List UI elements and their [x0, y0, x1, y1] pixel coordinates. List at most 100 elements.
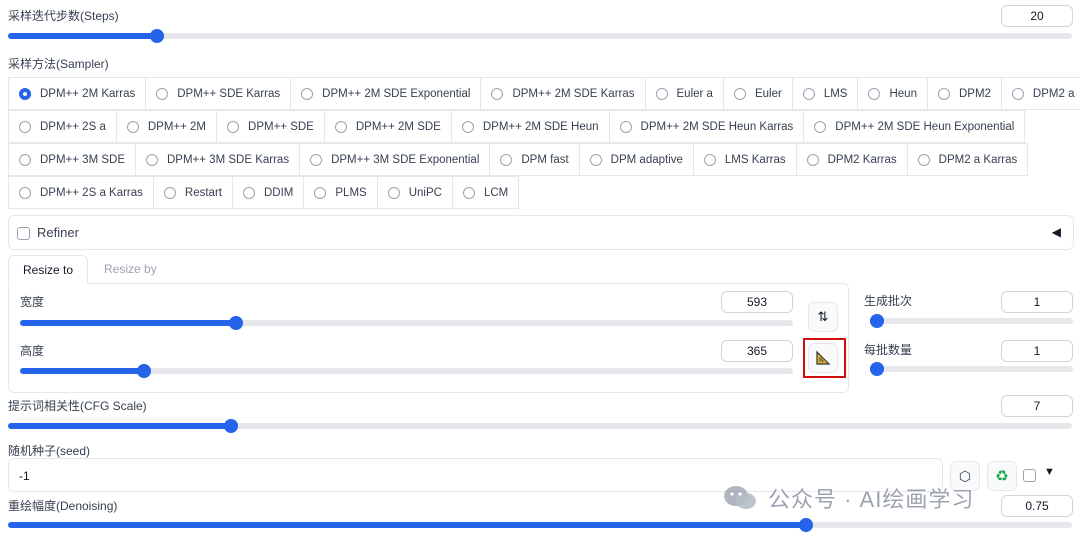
sampler-option[interactable]: DPM++ SDE — [216, 110, 325, 143]
cfg-scale-input[interactable]: 7 — [1001, 395, 1073, 417]
triangle-left-icon[interactable]: ◀ — [1052, 225, 1061, 239]
steps-slider[interactable] — [8, 29, 1072, 43]
denoising-slider[interactable] — [8, 518, 1072, 532]
denoising-label: 重绘幅度(Denoising) — [8, 499, 118, 513]
sampler-option[interactable]: DPM++ 3M SDE Karras — [135, 143, 301, 176]
sampler-option[interactable]: LMS — [791, 77, 859, 110]
sampler-option[interactable]: LMS Karras — [692, 143, 797, 176]
sampler-option-label: Euler a — [676, 87, 713, 100]
radio-button-icon — [814, 120, 827, 133]
radio-button-icon — [461, 120, 474, 133]
sampler-option-label: DPM fast — [521, 153, 569, 166]
sampler-option[interactable]: DPM2 a Karras — [906, 143, 1029, 176]
tab-resize-to[interactable]: Resize to — [8, 255, 88, 284]
sampler-option[interactable]: DPM++ 2M SDE Heun — [450, 110, 610, 143]
sampler-option[interactable]: DPM2 a — [1000, 77, 1080, 110]
sampler-option[interactable]: DPM++ 2M SDE Karras — [480, 77, 646, 110]
cfg-scale-label: 提示词相关性(CFG Scale) — [8, 399, 147, 413]
sampler-option-label: DPM++ 2M SDE Karras — [512, 87, 635, 100]
batch-count-slider-thumb[interactable] — [870, 314, 884, 328]
cfg-scale-slider[interactable] — [8, 419, 1072, 433]
width-value-input[interactable]: 593 — [721, 291, 793, 313]
sampler-option[interactable]: DPM++ 3M SDE Exponential — [299, 143, 491, 176]
sampler-option[interactable]: PLMS — [303, 176, 378, 209]
sampler-option[interactable]: Euler — [722, 77, 793, 110]
sampler-option-label: DPM adaptive — [610, 153, 683, 166]
radio-button-icon — [589, 153, 602, 166]
steps-label: 采样迭代步数(Steps) — [8, 9, 119, 23]
sampler-option-label: Euler — [754, 87, 782, 100]
sampler-option-label: DPM++ 2M SDE Heun — [482, 120, 599, 133]
radio-button-icon — [703, 153, 716, 166]
sampler-option[interactable]: DPM2 — [926, 77, 1002, 110]
wechat-icon — [724, 486, 756, 509]
sampler-option-label: DPM2 a Karras — [938, 153, 1018, 166]
sampler-option[interactable]: DPM++ SDE Karras — [145, 77, 292, 110]
sampler-option[interactable]: LCM — [451, 176, 520, 209]
sampler-option[interactable]: DPM++ 2M SDE Heun Karras — [608, 110, 805, 143]
radio-button-icon — [156, 87, 169, 100]
sampler-option[interactable]: DPM++ 2S a Karras — [8, 176, 154, 209]
steps-slider-thumb[interactable] — [149, 29, 164, 43]
batch-count-slider[interactable] — [870, 314, 1073, 328]
sampler-option[interactable]: DPM++ 2M SDE — [323, 110, 452, 143]
batch-size-slider[interactable] — [870, 362, 1073, 376]
radio-button-icon — [462, 186, 475, 199]
sampler-option-label: DPM++ SDE — [248, 120, 314, 133]
sampler-option[interactable]: UniPC — [376, 176, 453, 209]
sampler-option-label: LMS Karras — [724, 153, 786, 166]
steps-value-input[interactable]: 20 — [1001, 5, 1073, 27]
sampler-option-label: DDIM — [263, 186, 294, 199]
sampler-option-label: DPM++ 3M SDE Karras — [167, 153, 290, 166]
radio-button-icon — [491, 87, 504, 100]
sampler-option[interactable]: DPM adaptive — [578, 143, 694, 176]
refiner-panel[interactable]: Refiner ◀ — [8, 215, 1074, 250]
sampler-row: DPM++ 2S a DPM++ 2M DPM++ SDE DPM++ 2M SDE D… — [8, 110, 1026, 143]
radio-button-icon — [387, 186, 400, 199]
sampler-option[interactable]: Restart — [152, 176, 233, 209]
radio-button-icon — [19, 186, 31, 199]
batch-size-input[interactable]: 1 — [1001, 340, 1073, 362]
aspect-ratio-button[interactable] — [808, 343, 838, 373]
refiner-checkbox[interactable] — [17, 227, 30, 240]
sampler-option[interactable]: DPM2 Karras — [795, 143, 908, 176]
sampler-option-label: DPM++ 2M SDE Heun Karras — [640, 120, 794, 133]
watermark: 公众号 · AI绘画学习 — [722, 480, 1072, 516]
batch-size-slider-thumb[interactable] — [870, 362, 884, 376]
width-slider[interactable] — [20, 316, 793, 330]
sampler-option-label: LCM — [483, 186, 509, 199]
height-slider[interactable] — [20, 364, 793, 378]
radio-button-icon — [917, 153, 930, 166]
swap-arrows-icon: ⇅ — [817, 309, 829, 324]
height-value-input[interactable]: 365 — [721, 340, 793, 362]
radio-button-icon — [1011, 87, 1024, 100]
sampler-option[interactable]: DPM++ 2M Karras — [8, 77, 147, 110]
batch-count-input[interactable]: 1 — [1001, 291, 1073, 313]
denoising-slider-thumb[interactable] — [799, 518, 813, 532]
sampler-option-label: UniPC — [408, 186, 442, 199]
sampler-option-label: DPM++ 2S a Karras — [40, 186, 143, 199]
radio-button-icon — [314, 186, 327, 199]
sampler-option[interactable]: Euler a — [644, 77, 724, 110]
height-label: 高度 — [20, 344, 45, 358]
sampler-option-label: DPM++ 2M SDE — [355, 120, 441, 133]
sampler-option[interactable]: DPM++ 3M SDE — [8, 143, 136, 176]
radio-button-icon — [227, 120, 240, 133]
sampler-option[interactable]: DPM fast — [489, 143, 580, 176]
sampler-option[interactable]: DPM++ 2S a — [8, 110, 117, 143]
sampler-option[interactable]: DDIM — [231, 176, 305, 209]
radio-button-icon — [301, 87, 314, 100]
radio-button-icon — [19, 120, 31, 133]
radio-button-icon — [937, 87, 950, 100]
sampler-option[interactable]: DPM++ 2M SDE Heun Exponential — [803, 110, 1026, 143]
height-slider-fill — [20, 368, 144, 374]
sampler-option[interactable]: DPM++ 2M SDE Exponential — [290, 77, 482, 110]
chevron-down-icon[interactable]: ▼ — [1044, 466, 1055, 478]
sampler-option[interactable]: Heun — [857, 77, 928, 110]
radio-button-icon — [334, 120, 347, 133]
tab-resize-by[interactable]: Resize by — [104, 262, 157, 276]
sampler-option[interactable]: DPM++ 2M — [115, 110, 218, 143]
height-slider-thumb[interactable] — [136, 364, 151, 378]
swap-dimensions-button[interactable]: ⇅ — [808, 302, 838, 332]
cfg-scale-slider-thumb[interactable] — [224, 419, 239, 433]
